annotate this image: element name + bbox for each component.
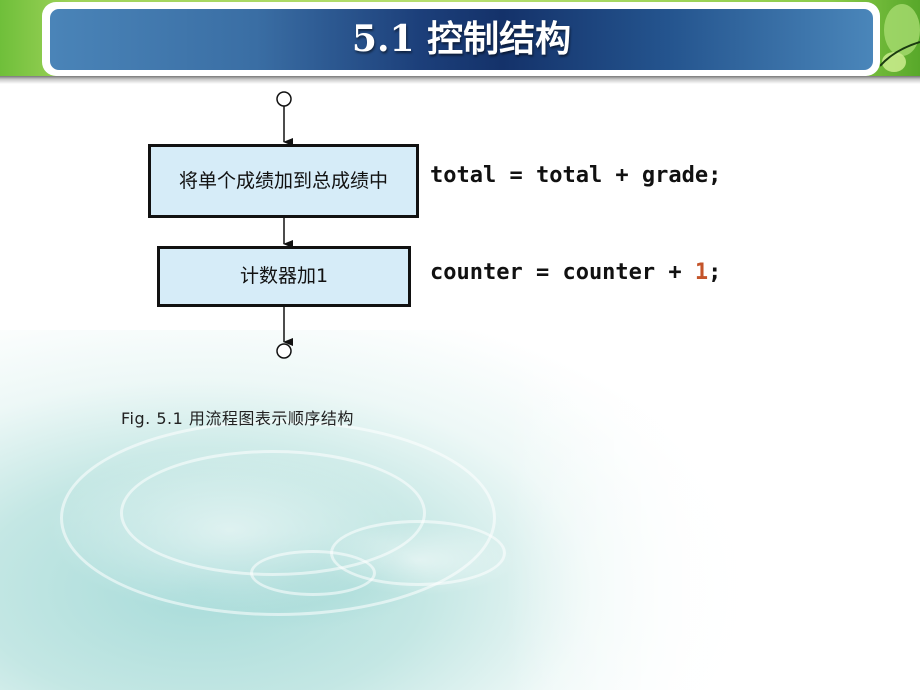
ripple (120, 450, 426, 576)
ripple (250, 550, 376, 596)
code-statement-total: total = total + grade; (430, 163, 722, 188)
start-connector (276, 91, 292, 107)
number-literal: 1 (694, 260, 709, 285)
code-semicolon: ; (708, 260, 722, 285)
end-connector (276, 343, 292, 359)
ripple (330, 520, 506, 586)
flow-step-add-grade: 将单个成绩加到总成绩中 (148, 144, 419, 218)
flowchart-diagram (276, 91, 293, 359)
figure-caption: Fig. 5.1 用流程图表示顺序结构 (121, 409, 354, 428)
code-text: counter = counter + (430, 260, 695, 285)
ripple (60, 420, 496, 616)
code-statement-counter: counter = counter + 1; (430, 260, 721, 285)
flow-step-increment-counter: 计数器加1 (157, 246, 411, 307)
